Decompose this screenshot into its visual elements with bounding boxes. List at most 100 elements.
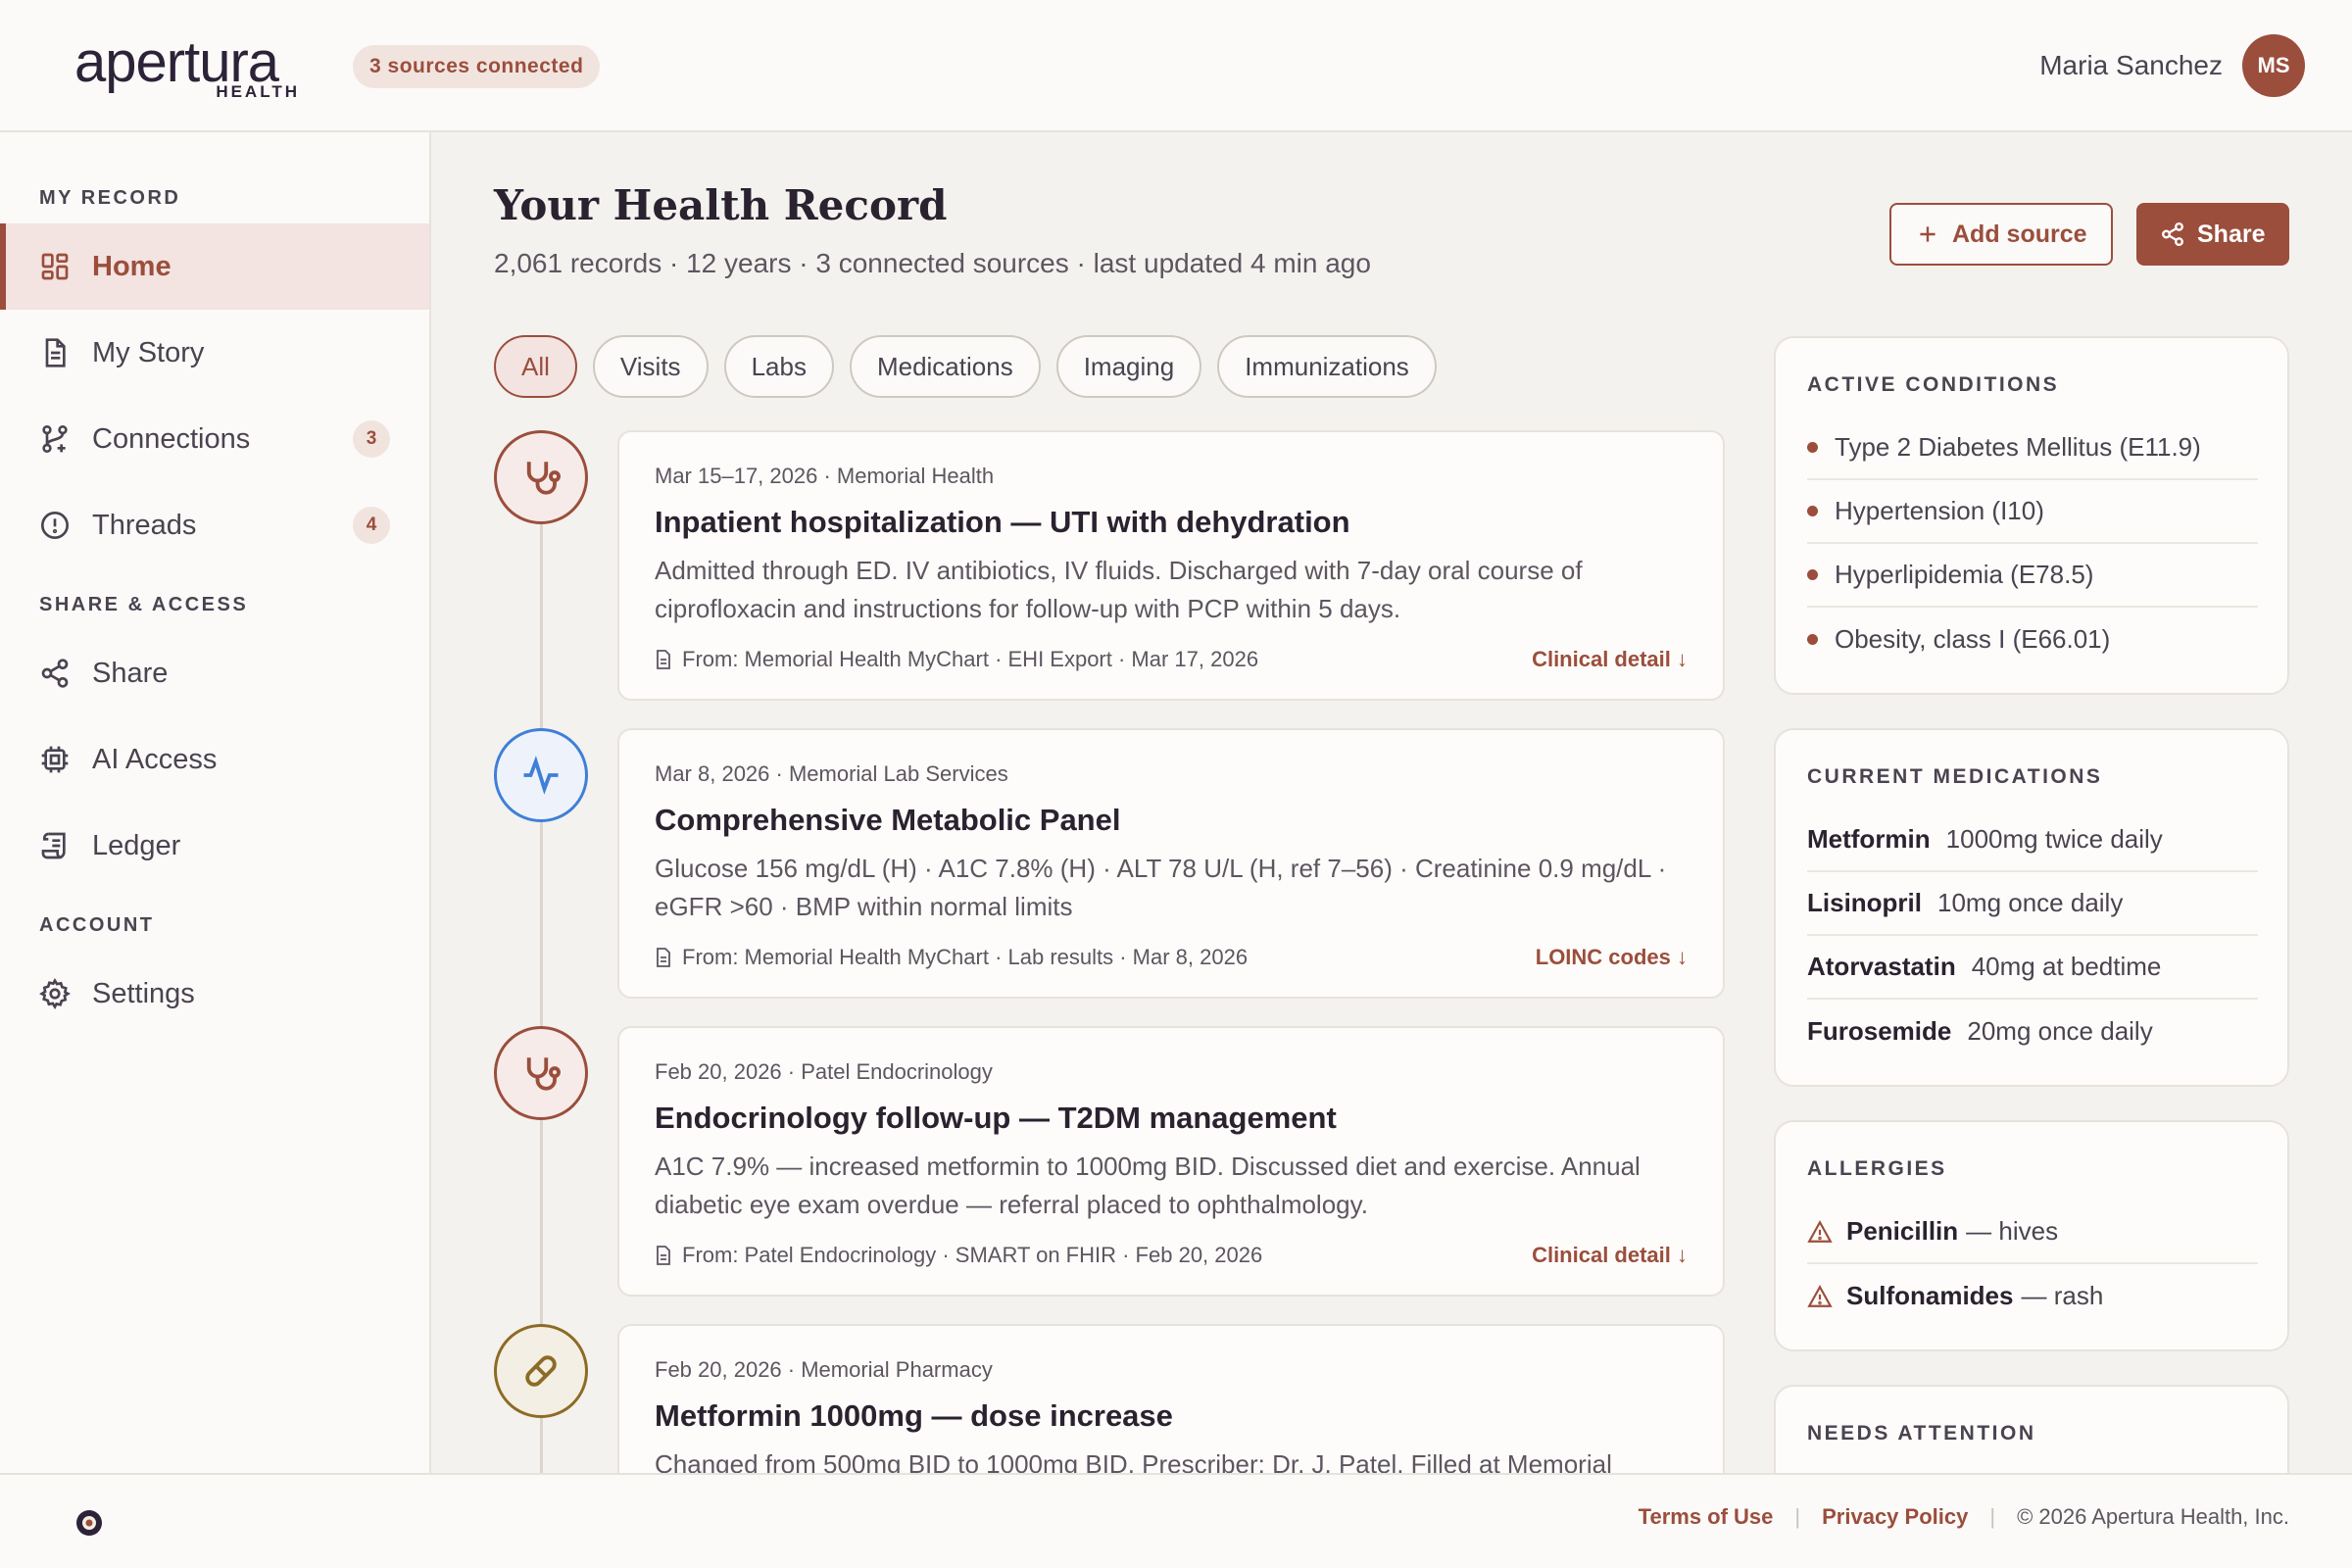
sidebar-item-label: My Story	[92, 336, 205, 368]
medication-dose: 40mg at bedtime	[1971, 952, 2162, 981]
allergies-panel: ALLERGIES Penicillin — hives Sulfonamide…	[1774, 1120, 2289, 1351]
record-meta: Feb 20, 2026 · Patel Endocrinology	[655, 1059, 993, 1084]
grid-icon	[41, 253, 69, 280]
user-menu[interactable]: Maria Sanchez MS	[2039, 34, 2305, 97]
condition-item[interactable]: Hypertension (I10)	[1807, 480, 2258, 544]
share-button[interactable]: Share	[2136, 203, 2289, 266]
sidebar-item-ledger[interactable]: Ledger	[0, 803, 429, 889]
record-title[interactable]: Comprehensive Metabolic Panel	[655, 803, 1120, 838]
record-title[interactable]: Inpatient hospitalization — UTI with deh…	[655, 505, 1350, 540]
sidebar-item-threads[interactable]: Threads 4	[0, 482, 429, 568]
record-card[interactable]: Feb 20, 2026 · Memorial Pharmacy Metform…	[617, 1324, 1725, 1473]
condition-label: Type 2 Diabetes Mellitus (E11.9)	[1835, 432, 2201, 462]
filter-imaging[interactable]: Imaging	[1055, 335, 1202, 398]
sources-connected-badge[interactable]: 3 sources connected	[353, 45, 601, 88]
bullet-dot	[1807, 634, 1818, 645]
medication-name: Atorvastatin	[1807, 952, 1956, 981]
terms-of-use-link[interactable]: Terms of Use	[1639, 1504, 1774, 1530]
record-card[interactable]: Mar 8, 2026 · Memorial Lab Services Comp…	[617, 728, 1725, 999]
loinc-codes-link[interactable]: LOINC codes ↓	[1536, 945, 1688, 970]
record-card[interactable]: Mar 15–17, 2026 · Memorial Health Inpati…	[617, 430, 1725, 701]
stethoscope-icon	[526, 462, 561, 495]
panel-heading: ACTIVE CONDITIONS	[1807, 373, 2060, 396]
filter-immunizations[interactable]: Immunizations	[1217, 335, 1437, 398]
condition-item[interactable]: Type 2 Diabetes Mellitus (E11.9)	[1807, 416, 2258, 480]
sidebar-item-share[interactable]: Share	[0, 630, 429, 716]
filter-labs[interactable]: Labs	[723, 335, 834, 398]
allergy-reaction: — rash	[2021, 1281, 2104, 1310]
bullet-dot	[1807, 442, 1818, 453]
sidebar-item-connections[interactable]: Connections 3	[0, 396, 429, 482]
footer-separator: |	[1989, 1504, 1996, 1529]
condition-item[interactable]: Hyperlipidemia (E78.5)	[1807, 544, 2258, 608]
avatar[interactable]: MS	[2242, 34, 2305, 97]
file-icon	[657, 948, 670, 967]
app-header: apertura HEALTH 3 sources connected Mari…	[0, 0, 2352, 132]
filter-visits[interactable]: Visits	[592, 335, 709, 398]
sidebar-item-my-story[interactable]: My Story	[0, 310, 429, 396]
record-source-text: From: Memorial Health MyChart · EHI Expo…	[682, 647, 1259, 671]
footer-separator: |	[1794, 1504, 1801, 1529]
record-title[interactable]: Endocrinology follow-up — T2DM managemen…	[655, 1101, 1337, 1136]
sidebar-item-home[interactable]: Home	[0, 223, 429, 310]
bullet-dot	[1807, 506, 1818, 516]
warning-icon	[1807, 1284, 1833, 1307]
privacy-policy-link[interactable]: Privacy Policy	[1822, 1504, 1968, 1530]
sidebar-item-ai-access[interactable]: AI Access	[0, 716, 429, 803]
filter-medications[interactable]: Medications	[849, 335, 1041, 398]
plus-icon	[1920, 226, 1936, 242]
condition-label: Hyperlipidemia (E78.5)	[1835, 560, 2094, 589]
allergy-item[interactable]: Penicillin — hives	[1807, 1200, 2258, 1264]
record-filter-tabs: All Visits Labs Medications Imaging Immu…	[494, 335, 1437, 398]
record-source-text: From: Memorial Health MyChart · Lab resu…	[682, 945, 1249, 969]
allergy-item[interactable]: Sulfonamides — rash	[1807, 1264, 2258, 1328]
medication-node	[494, 1324, 588, 1418]
medication-item[interactable]: Lisinopril 10mg once daily	[1807, 872, 2258, 936]
warning-icon	[1807, 1219, 1833, 1243]
section-account: ACCOUNT	[39, 914, 155, 936]
medication-name: Furosemide	[1807, 1016, 1952, 1046]
copyright-text: © 2026 Apertura Health, Inc.	[2017, 1504, 2289, 1529]
record-description: Glucose 156 mg/dL (H) · A1C 7.8% (H) · A…	[655, 854, 1667, 921]
filter-all[interactable]: All	[494, 335, 577, 398]
clinical-detail-link[interactable]: Clinical detail ↓	[1532, 647, 1688, 672]
medication-item[interactable]: Metformin 1000mg twice daily	[1807, 808, 2258, 872]
logo-subtitle: HEALTH	[216, 82, 300, 101]
needs-attention-panel: NEEDS ATTENTION	[1774, 1385, 2289, 1473]
clinical-detail-link[interactable]: Clinical detail ↓	[1532, 1243, 1688, 1268]
pill-icon	[525, 1355, 557, 1387]
record-title[interactable]: Metformin 1000mg — dose increase	[655, 1398, 1173, 1434]
record-source: From: Memorial Health MyChart · EHI Expo…	[655, 647, 1258, 672]
document-icon	[45, 338, 66, 368]
condition-label: Hypertension (I10)	[1835, 496, 2044, 525]
file-icon	[657, 1246, 670, 1265]
stethoscope-icon	[526, 1057, 561, 1091]
page-subtitle: 2,061 records · 12 years · 3 connected s…	[494, 248, 1371, 278]
record-card[interactable]: Feb 20, 2026 · Patel Endocrinology Endoc…	[617, 1026, 1725, 1297]
apertura-mark-icon[interactable]	[74, 1508, 104, 1538]
sidebar-item-label: AI Access	[92, 743, 218, 775]
record-description: Changed from 500mg BID to 1000mg BID. Pr…	[655, 1449, 1612, 1473]
sidebar-item-label: Home	[92, 250, 172, 282]
condition-item[interactable]: Obesity, class I (E66.01)	[1807, 608, 2258, 671]
record-meta: Mar 15–17, 2026 · Memorial Health	[655, 464, 995, 488]
record-source: From: Memorial Health MyChart · Lab resu…	[655, 945, 1248, 970]
medication-dose: 20mg once daily	[1967, 1016, 2153, 1046]
medication-item[interactable]: Atorvastatin 40mg at bedtime	[1807, 936, 2258, 1000]
record-meta: Mar 8, 2026 · Memorial Lab Services	[655, 761, 1008, 786]
bullet-dot	[1807, 569, 1818, 580]
sidebar-item-label: Ledger	[92, 829, 181, 861]
record-meta: Feb 20, 2026 · Memorial Pharmacy	[655, 1357, 993, 1382]
record-source-text: From: Patel Endocrinology · SMART on FHI…	[682, 1243, 1263, 1267]
sidebar-item-settings[interactable]: Settings	[0, 951, 429, 1037]
sidebar: MY RECORD Home My Story Connections 3 Th…	[0, 132, 431, 1473]
panel-heading: ALLERGIES	[1807, 1157, 1947, 1180]
apertura-logo[interactable]: apertura HEALTH	[74, 33, 300, 102]
scroll-icon	[41, 832, 66, 859]
medication-item[interactable]: Furosemide 20mg once daily	[1807, 1000, 2258, 1063]
visit-node	[494, 430, 588, 524]
share-icon	[2162, 221, 2183, 247]
add-source-button[interactable]: Add source	[1889, 203, 2113, 266]
share-label: Share	[2197, 220, 2266, 248]
condition-label: Obesity, class I (E66.01)	[1835, 624, 2111, 654]
